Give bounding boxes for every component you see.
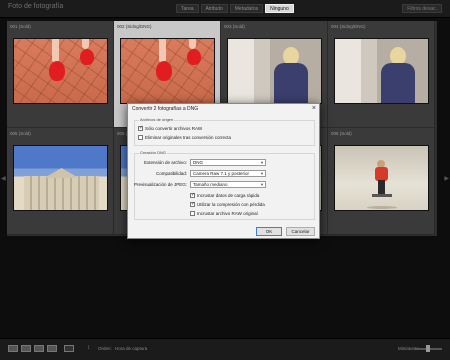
compatibility-label: Compatibilidad: <box>155 171 187 176</box>
photo-thumbnail[interactable] <box>334 145 429 211</box>
photo-thumbnail[interactable] <box>13 145 108 211</box>
sort-order-dropdown[interactable]: Hora de captura <box>115 346 147 351</box>
embed-raw-option[interactable]: Incrustar archivo RAW original <box>190 211 258 216</box>
compatibility-value: Camera Raw 7.1 y posterior <box>193 171 250 176</box>
convert-dng-dialog: Convertir 2 fotografías a DNG × Archivos… <box>127 103 320 239</box>
compare-view-button[interactable] <box>34 345 44 352</box>
survey-view-button[interactable] <box>47 345 57 352</box>
tab-none[interactable]: Ninguno <box>265 4 294 13</box>
loupe-view-button[interactable] <box>21 345 31 352</box>
cell-label: 002 (Sidng/DNG) <box>117 24 152 29</box>
only-raw-option[interactable]: Sólo convertir archivos RAW <box>138 125 203 131</box>
library-toolbar: ↕ Orden: Hora de captura Miniaturas <box>0 338 450 360</box>
group-label: Archivos de origen <box>139 117 175 122</box>
library-filter-bar: Foto de fotografía Tarea Atributo Metada… <box>0 0 450 18</box>
extension-row: Extensión de archivo: DNG ▼ <box>134 159 315 166</box>
embed-raw-checkbox[interactable] <box>190 211 195 216</box>
grid-cell[interactable]: 008 (Sold) <box>328 128 435 235</box>
fast-load-label: Incrustar datos de carga rápida <box>197 193 260 198</box>
extension-label: Extensión de archivo: <box>143 160 187 165</box>
tab-text[interactable]: Tarea <box>176 4 199 13</box>
filter-tabs: Tarea Atributo Metadatos Ninguno <box>176 4 294 13</box>
jpeg-preview-value: Tamaño mediano <box>193 182 228 187</box>
grid-cell[interactable]: 001 (Sold) <box>7 21 114 128</box>
delete-originals-option[interactable]: Eliminar originales tras conversión corr… <box>138 135 231 140</box>
source-files-group: Archivos de origen <box>134 117 315 146</box>
sort-order-label: Orden: <box>98 346 112 351</box>
chevron-down-icon: ▼ <box>260 171 264 176</box>
tab-metadata[interactable]: Metadatos <box>229 4 264 13</box>
grid-cell[interactable]: 005 (Sold) <box>7 128 114 235</box>
photo-thumbnail[interactable] <box>13 38 108 104</box>
painter-tool-button[interactable] <box>64 345 74 352</box>
photo-thumbnail[interactable] <box>334 38 429 104</box>
cell-label: 004 (Sidng/DNG) <box>331 24 366 29</box>
grid-cell[interactable]: 004 (Sidng/DNG) <box>328 21 435 128</box>
tab-attribute[interactable]: Atributo <box>200 4 228 13</box>
fast-load-checkbox[interactable] <box>190 192 195 198</box>
filter-preset-dropdown[interactable]: Filtros desac. <box>402 4 442 13</box>
only-raw-checkbox[interactable] <box>138 125 143 131</box>
jpeg-preview-label: Previsualización de JPEG: <box>133 182 187 187</box>
compatibility-select[interactable]: Camera Raw 7.1 y posterior ▼ <box>190 170 266 177</box>
compatibility-row: Compatibilidad: Camera Raw 7.1 y posteri… <box>134 170 315 177</box>
grid-view-button[interactable] <box>8 345 18 352</box>
delete-originals-label: Eliminar originales tras conversión corr… <box>145 135 232 140</box>
cell-label: 003 (Sold) <box>224 24 245 29</box>
embed-raw-label: Incrustar archivo RAW original <box>197 211 258 216</box>
ok-button[interactable]: OK <box>256 227 282 236</box>
photo-thumbnail[interactable] <box>120 38 215 104</box>
left-panel-toggle-icon[interactable]: ◀ <box>1 175 6 182</box>
dialog-title: Convertir 2 fotografías a DNG <box>132 106 199 112</box>
jpeg-preview-select[interactable]: Tamaño mediano ▼ <box>190 181 266 188</box>
cancel-button[interactable]: Cancelar <box>286 227 315 236</box>
only-raw-label: Sólo convertir archivos RAW <box>145 126 203 131</box>
jpeg-preview-row: Previsualización de JPEG: Tamaño mediano… <box>134 181 315 188</box>
thumbnail-size-slider-thumb[interactable] <box>426 345 430 352</box>
chevron-down-icon: ▼ <box>260 160 264 165</box>
sort-direction-icon[interactable]: ↕ <box>87 345 90 351</box>
app-title: Foto de fotografía <box>8 3 64 10</box>
delete-originals-checkbox[interactable] <box>138 135 143 140</box>
lossy-compression-checkbox[interactable] <box>190 201 195 207</box>
cell-label: 008 (Sold) <box>331 131 352 136</box>
cell-label: 005 (Sold) <box>10 131 31 136</box>
right-panel-toggle-icon[interactable]: ▶ <box>444 175 449 182</box>
close-icon[interactable]: × <box>312 105 316 112</box>
chevron-down-icon: ▼ <box>260 182 264 187</box>
extension-select[interactable]: DNG ▼ <box>190 159 266 166</box>
extension-value: DNG <box>193 160 203 165</box>
fast-load-option[interactable]: Incrustar datos de carga rápida <box>190 192 260 198</box>
lossy-compression-label: Utilizar la compresión con pérdida <box>197 202 265 207</box>
group-label: Creación DNG <box>139 150 168 155</box>
cell-label: 001 (Sold) <box>10 24 31 29</box>
lossy-compression-option[interactable]: Utilizar la compresión con pérdida <box>190 201 265 207</box>
photo-thumbnail[interactable] <box>227 38 322 104</box>
